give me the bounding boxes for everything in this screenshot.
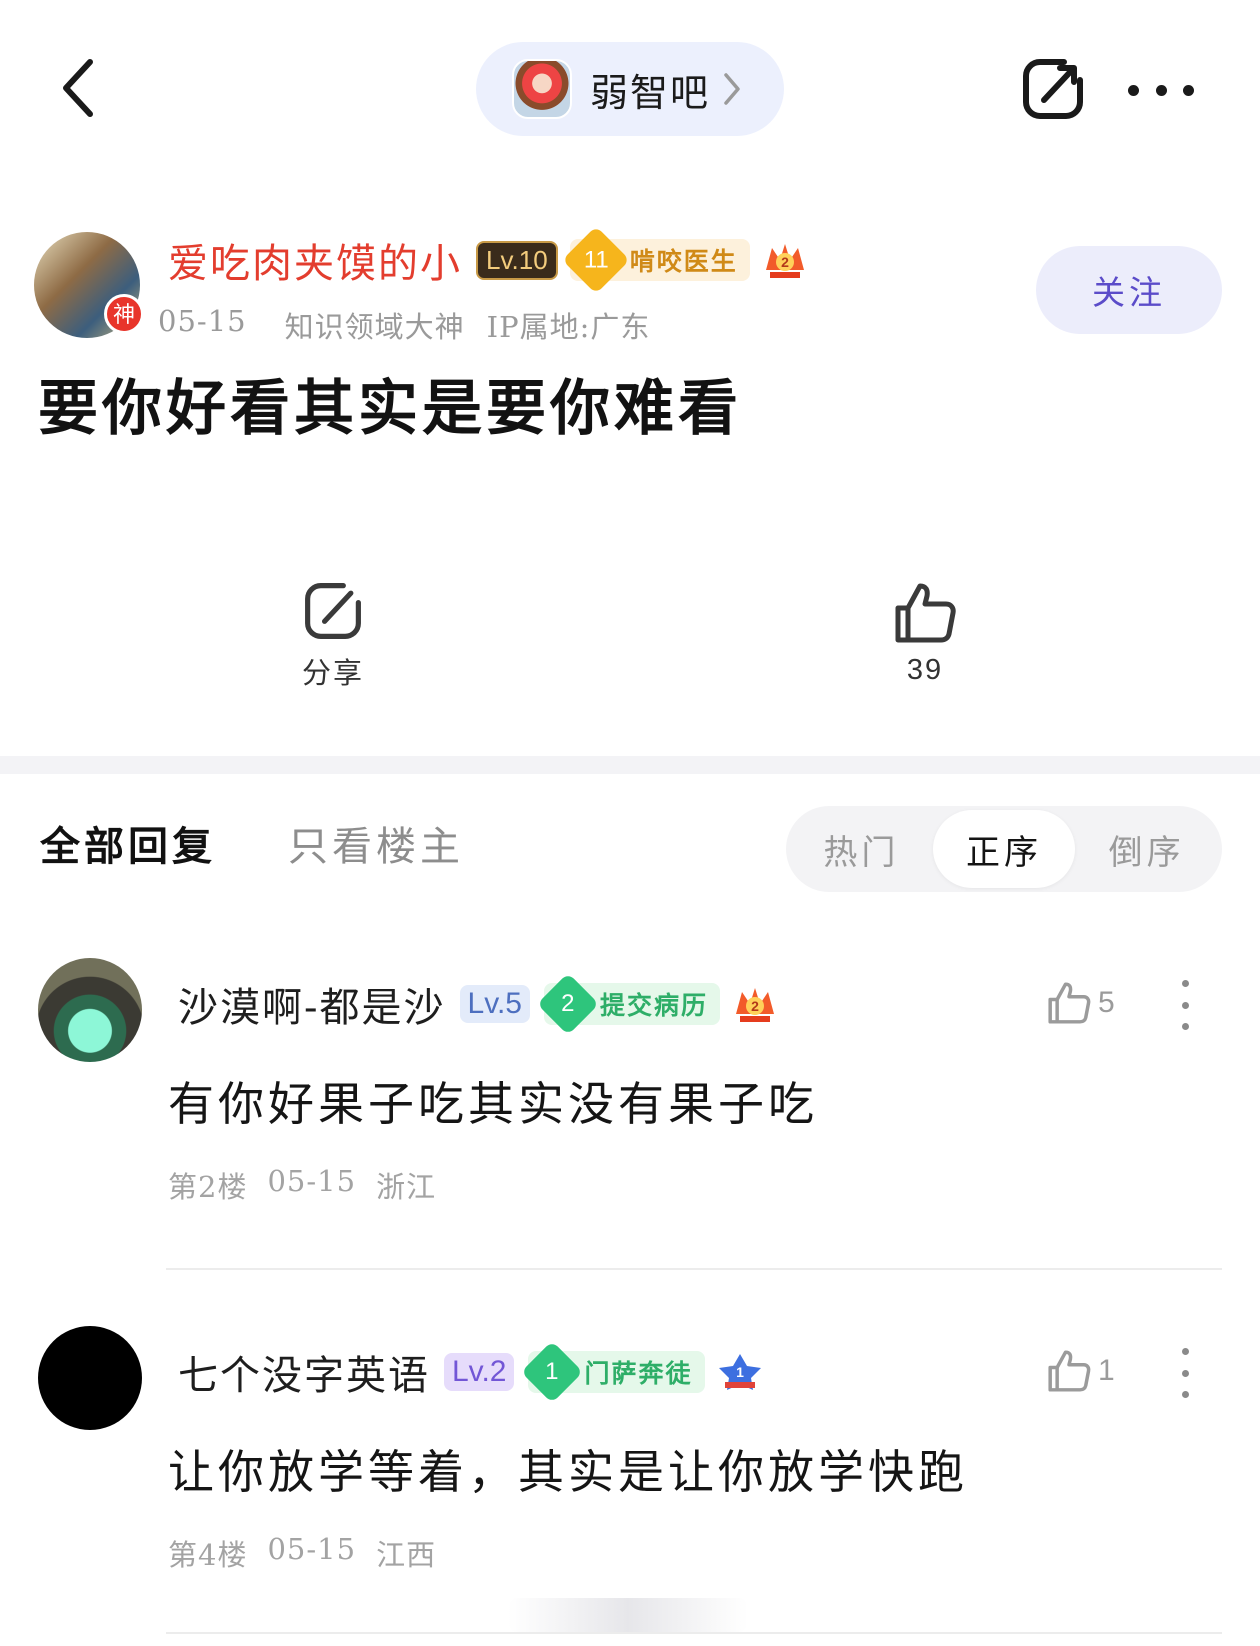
- forum-avatar: [512, 59, 572, 119]
- reply-avatar[interactable]: [38, 958, 142, 1062]
- forum-pill[interactable]: 弱智吧: [476, 42, 784, 136]
- post-meta: 05-15 知识领域大神 IP属地:广东: [158, 304, 650, 346]
- reply-divider: [166, 1632, 1222, 1634]
- sort-hot[interactable]: 热门: [790, 810, 933, 888]
- reply-like[interactable]: 1: [1046, 1348, 1115, 1394]
- fire-badge-number: 2: [751, 998, 759, 1014]
- reply-like-count: 1: [1098, 1354, 1115, 1387]
- reply-meta: 第4楼 05-15 江西: [168, 1532, 436, 1574]
- share-action[interactable]: 分享: [253, 580, 413, 692]
- title-text: 提交病历: [600, 991, 709, 1020]
- title-level: 1: [545, 1357, 560, 1385]
- reply-location: 浙江: [376, 1170, 437, 1204]
- author-avatar[interactable]: 神: [34, 232, 144, 338]
- section-divider: [0, 756, 1260, 774]
- thumbs-up-icon: [895, 583, 956, 643]
- reply-floor: 第4楼: [168, 1538, 248, 1572]
- share-icon[interactable]: [1020, 56, 1086, 122]
- title-text: 门萨奔徒: [584, 1359, 693, 1388]
- author-identity: 知识领域大神: [284, 310, 465, 344]
- more-icon[interactable]: [1128, 72, 1194, 108]
- reply-meta: 第2楼 05-15 浙江: [168, 1164, 436, 1206]
- thumbs-up-icon: [1048, 1350, 1091, 1392]
- level-badge: Lv.10: [476, 240, 558, 280]
- reply-like[interactable]: 5: [1046, 980, 1115, 1026]
- god-badge: 神: [104, 294, 144, 334]
- reply-author-name[interactable]: 七个没字英语: [178, 1343, 430, 1401]
- title-level: 2: [561, 989, 575, 1017]
- title-text: 啃咬医生: [629, 247, 738, 276]
- share-icon: [305, 583, 361, 639]
- reply-divider: [166, 1268, 1222, 1270]
- title-badge: 11 啃咬医生: [561, 226, 750, 294]
- blue-badge-icon: 1: [717, 1352, 763, 1392]
- tab-all-replies[interactable]: 全部回复: [40, 814, 216, 872]
- back-arrow-icon[interactable]: [48, 52, 108, 124]
- reply-date: 05-15: [267, 1164, 357, 1198]
- reply-header: 沙漠啊-都是沙 Lv.5 2 提交病历 2: [178, 972, 778, 1036]
- level-badge: Lv.2: [444, 1353, 515, 1391]
- sort-toggle: 热门 正序 倒序: [786, 806, 1222, 892]
- blue-badge-number: 1: [736, 1364, 744, 1380]
- author-name[interactable]: 爱吃肉夹馍的小: [168, 231, 462, 289]
- reply-avatar[interactable]: [38, 1326, 142, 1430]
- title-badge: 2 提交病历: [536, 972, 721, 1036]
- fire-badge-icon: 2: [762, 240, 808, 280]
- sort-ascending[interactable]: 正序: [932, 810, 1076, 888]
- post-title: 要你好看其实是要你难看: [38, 374, 742, 444]
- reply-content: 让你放学等着，其实是让你放学快跑: [168, 1445, 968, 1499]
- title-level: 11: [583, 245, 609, 273]
- level-badge: Lv.5: [459, 985, 530, 1023]
- reply-header: 七个没字英语 Lv.2 1 门萨奔徒 1: [178, 1340, 763, 1404]
- fire-badge-icon: 2: [732, 984, 778, 1024]
- forum-name: 弱智吧: [590, 70, 711, 115]
- more-vertical-icon[interactable]: [1180, 1348, 1190, 1398]
- title-badge: 1 门萨奔徒: [521, 1340, 705, 1404]
- like-action[interactable]: 39: [845, 580, 1005, 687]
- reply-date: 05-15: [267, 1532, 357, 1566]
- reply-floor: 第2楼: [168, 1170, 248, 1204]
- share-label: 分享: [301, 656, 364, 690]
- post-actions: 分享 39: [0, 580, 1260, 710]
- top-bar: 弱智吧: [0, 0, 1260, 180]
- post-date: 05-15: [158, 304, 247, 338]
- follow-button[interactable]: 关注: [1036, 246, 1222, 334]
- ip-location: IP属地:广东: [486, 310, 651, 344]
- like-count: 39: [906, 654, 944, 686]
- fire-badge-number: 2: [781, 254, 789, 270]
- tab-op-only[interactable]: 只看楼主: [288, 814, 464, 872]
- reply-author-name[interactable]: 沙漠啊-都是沙: [178, 975, 446, 1033]
- chevron-right-icon: [724, 73, 740, 105]
- more-vertical-icon[interactable]: [1180, 980, 1190, 1030]
- reply-like-count: 5: [1098, 986, 1115, 1019]
- sort-descending[interactable]: 倒序: [1075, 810, 1218, 888]
- reply-filter-row: 全部回复 只看楼主 热门 正序 倒序: [0, 800, 1260, 892]
- thumbs-up-icon: [1048, 982, 1091, 1024]
- reply-content: 有你好果子吃其实没有果子吃: [168, 1077, 818, 1131]
- reply-location: 江西: [376, 1538, 437, 1572]
- author-name-row: 爱吃肉夹馍的小 Lv.10 11 啃咬医生 2: [168, 226, 808, 294]
- watermark: [508, 1598, 748, 1632]
